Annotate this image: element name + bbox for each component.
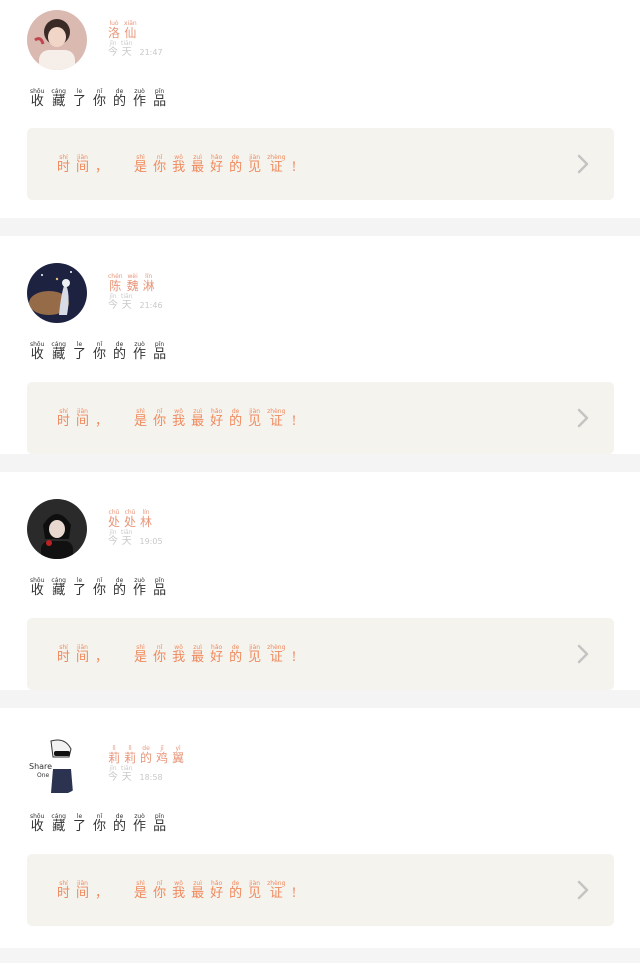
name-char: luò 洛 (108, 20, 121, 40)
work-link-panel[interactable]: shí 时 jiān 间 ， shì 是 nǐ 你 wǒ 我 zuì 最 hǎo 好 de 的 … (27, 618, 614, 690)
post-time: jīn 今 tiān 天 21:46 (108, 293, 163, 311)
time-value: 21:47 (139, 48, 163, 57)
chevron-right-icon (577, 408, 589, 428)
name-char: xiān 仙 (124, 20, 137, 40)
action-text: shōu 收 cáng 藏 le 了 nǐ 你 de 的 zuò 作 pǐn 品 (30, 88, 167, 109)
user-name[interactable]: lì 莉 lì 莉 de 的 jī 鸡 yì 翼 (108, 745, 184, 765)
action-text: shōu 收 cáng 藏 le 了 nǐ 你 de 的 zuò 作 pǐn 品 (30, 577, 167, 598)
work-quote: shí 时 jiān 间 ， shì 是 nǐ 你 wǒ 我 zuì 最 hǎo 好 de 的 … (57, 154, 297, 175)
user-name[interactable]: luò 洛 xiān 仙 (108, 20, 137, 40)
post-card: Share One lì 莉 lì 莉 de 的 jī 鸡 yì 翼 jīn 今 tiān 天… (0, 708, 640, 948)
time-value: 19:05 (139, 537, 163, 546)
avatar-text-one: One (37, 772, 50, 779)
work-link-panel[interactable]: shí 时 jiān 间 ， shì 是 nǐ 你 wǒ 我 zuì 最 hǎo 好 de 的 … (27, 382, 614, 454)
user-avatar[interactable]: Share One (27, 735, 87, 795)
work-quote: shí 时 jiān 间 ， shì 是 nǐ 你 wǒ 我 zuì 最 hǎo 好 de 的 … (57, 880, 297, 901)
work-quote: shí 时 jiān 间 ， shì 是 nǐ 你 wǒ 我 zuì 最 hǎo 好 de 的 … (57, 408, 297, 429)
divider (0, 690, 640, 708)
user-avatar[interactable] (27, 499, 87, 559)
user-avatar[interactable] (27, 10, 87, 70)
work-link-panel[interactable]: shí 时 jiān 间 ， shì 是 nǐ 你 wǒ 我 zuì 最 hǎo 好 de 的 … (27, 854, 614, 926)
user-avatar[interactable] (27, 263, 87, 323)
post-card: chén 陈 wèi 魏 lín 淋 jīn 今 tiān 天 21:46 shōu 收 c… (0, 236, 640, 454)
post-card: luò 洛 xiān 仙 jīn 今 tiān 天 21:47 shōu 收 cáng 藏 … (0, 0, 640, 218)
chevron-right-icon (577, 880, 589, 900)
post-time: jīn 今 tiān 天 19:05 (108, 529, 163, 547)
chevron-right-icon (577, 154, 589, 174)
avatar-text-share: Share (29, 762, 52, 771)
user-name[interactable]: chǔ 处 chǔ 处 lín 林 (108, 509, 152, 529)
action-text: shōu 收 cáng 藏 le 了 nǐ 你 de 的 zuò 作 pǐn 品 (30, 813, 167, 834)
work-link-panel[interactable]: shí 时 jiān 间 ， shì 是 nǐ 你 wǒ 我 zuì 最 hǎo 好 de 的 … (27, 128, 614, 200)
divider (0, 218, 640, 236)
user-name[interactable]: chén 陈 wèi 魏 lín 淋 (108, 273, 155, 293)
action-text: shōu 收 cáng 藏 le 了 nǐ 你 de 的 zuò 作 pǐn 品 (30, 341, 167, 362)
time-value: 21:46 (139, 301, 163, 310)
post-time: jīn 今 tiān 天 18:58 (108, 765, 163, 783)
message-feed: luò 洛 xiān 仙 jīn 今 tiān 天 21:47 shōu 收 cáng 藏 … (0, 0, 640, 948)
post-card: chǔ 处 chǔ 处 lín 林 jīn 今 tiān 天 19:05 shōu 收 cá… (0, 472, 640, 690)
post-time: jīn 今 tiān 天 21:47 (108, 40, 163, 58)
work-quote: shí 时 jiān 间 ， shì 是 nǐ 你 wǒ 我 zuì 最 hǎo 好 de 的 … (57, 644, 297, 665)
time-value: 18:58 (139, 773, 163, 782)
divider (0, 454, 640, 472)
chevron-right-icon (577, 644, 589, 664)
